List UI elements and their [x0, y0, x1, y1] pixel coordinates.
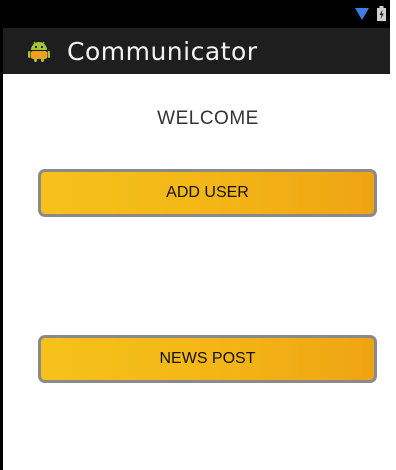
welcome-text: WELCOME [157, 108, 259, 129]
app-title: Communicator [67, 36, 258, 66]
status-icons [355, 6, 386, 21]
battery-charging-icon [377, 6, 386, 21]
action-bar: Communicator [3, 28, 390, 74]
status-bar [3, 0, 390, 28]
android-icon [28, 41, 50, 62]
main-content: WELCOME ADD USER NEWS POST [3, 74, 390, 470]
screen-margin [390, 0, 396, 470]
wifi-icon [355, 7, 369, 20]
news-post-button[interactable]: NEWS POST [38, 335, 377, 383]
add-user-button[interactable]: ADD USER [38, 169, 377, 217]
app-screen: Communicator WELCOME ADD USER NEWS POST [0, 0, 396, 470]
